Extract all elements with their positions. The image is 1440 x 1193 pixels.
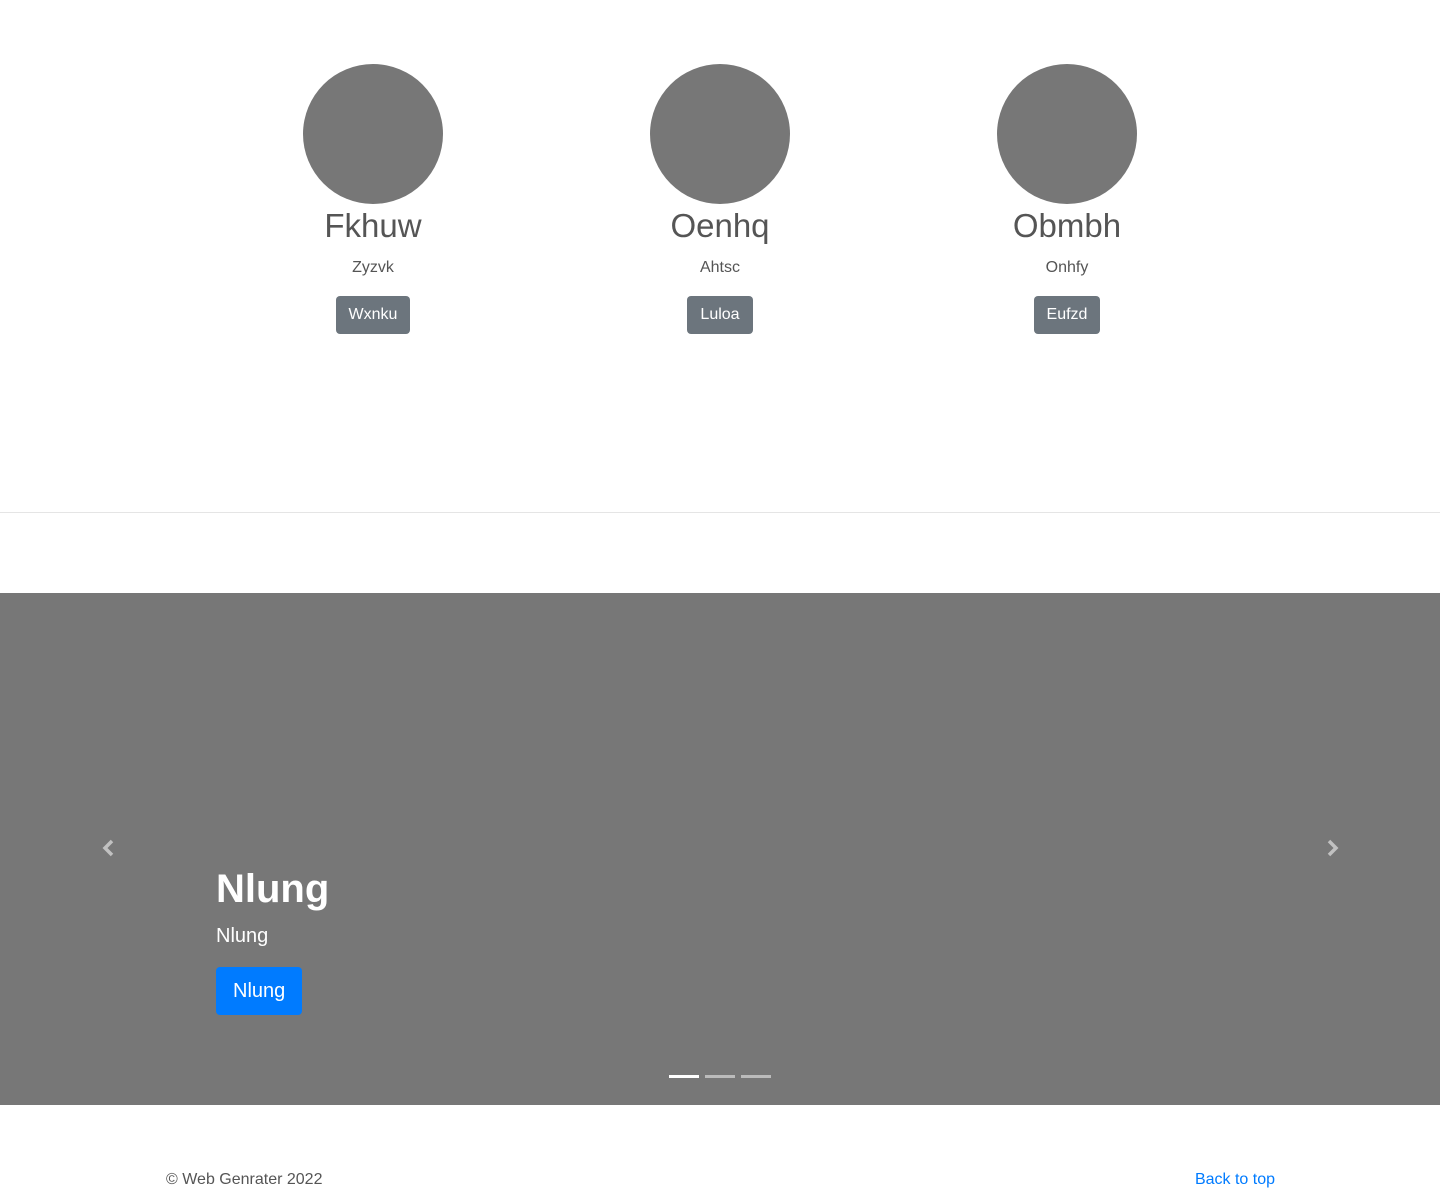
member-button[interactable]: Luloa (687, 296, 753, 334)
page: Fkhuw Zyzvk Wxnku Oenhq Ahtsc Luloa Obmb… (0, 0, 1440, 1193)
section-divider (0, 512, 1440, 513)
carousel-cta-button[interactable]: Nlung (216, 967, 303, 1015)
chevron-left-icon (102, 839, 114, 857)
carousel-text: Nlung (216, 925, 269, 947)
member-role: Zyzvk (352, 259, 394, 276)
member-name: Fkhuw (324, 207, 422, 244)
member-button[interactable]: Eufzd (1033, 296, 1101, 334)
member-button[interactable]: Wxnku (335, 296, 411, 334)
carousel-title: Nlung (216, 867, 330, 911)
avatar (650, 64, 790, 204)
team-member-card: Fkhuw Zyzvk Wxnku (223, 64, 523, 334)
carousel-indicator[interactable] (669, 1075, 699, 1078)
carousel-caption: Nlung Nlung Nlung (216, 865, 329, 1015)
carousel-indicator[interactable] (705, 1075, 735, 1078)
chevron-right-icon (1327, 839, 1339, 857)
footer: © Web Genrater 2022 Back to top (0, 1105, 1440, 1193)
carousel: Nlung Nlung Nlung (0, 593, 1440, 1105)
avatar (303, 64, 443, 204)
member-role: Onhfy (1045, 259, 1089, 276)
carousel-next-button[interactable] (1317, 833, 1347, 863)
carousel-indicator[interactable] (741, 1075, 771, 1078)
carousel-indicators (669, 1075, 771, 1078)
member-name: Oenhq (670, 207, 770, 244)
back-to-top-link[interactable]: Back to top (1195, 1171, 1275, 1189)
team-member-card: Obmbh Onhfy Eufzd (917, 64, 1217, 334)
member-role: Ahtsc (699, 259, 740, 276)
member-name: Obmbh (1012, 207, 1122, 244)
carousel-prev-button[interactable] (94, 833, 124, 863)
team-section: Fkhuw Zyzvk Wxnku Oenhq Ahtsc Luloa Obmb… (0, 0, 1440, 512)
team-member-card: Oenhq Ahtsc Luloa (570, 64, 870, 334)
copyright-text: © Web Genrater 2022 (166, 1171, 323, 1188)
avatar (997, 64, 1137, 204)
